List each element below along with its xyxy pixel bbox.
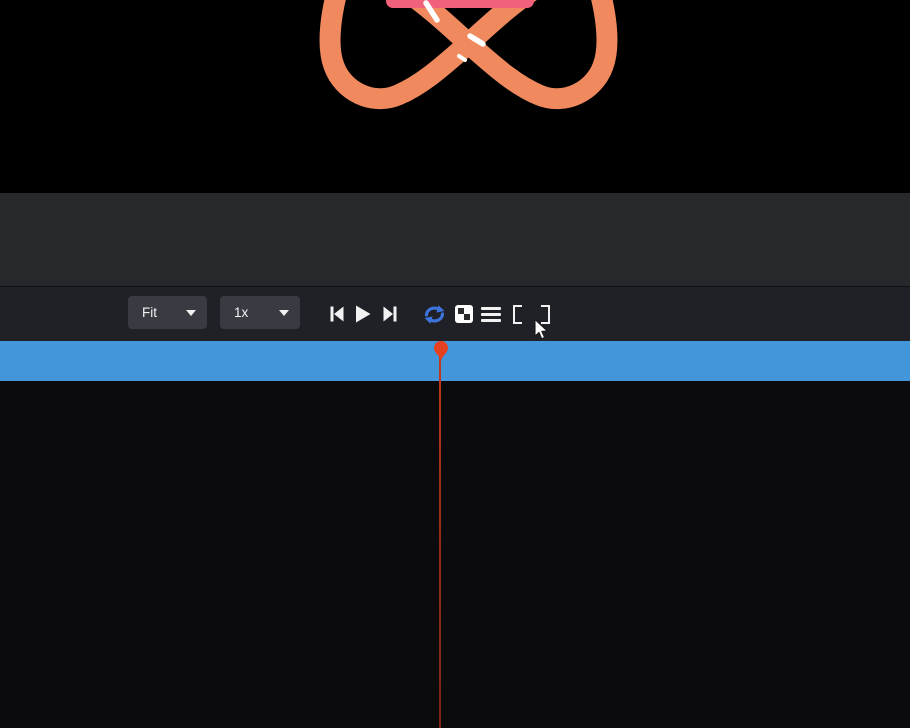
info-panel	[0, 193, 910, 286]
play-button[interactable]	[351, 301, 373, 327]
seek-bar[interactable]	[0, 341, 910, 381]
playhead-handle[interactable]	[433, 341, 449, 366]
timeline-panel[interactable]	[0, 381, 910, 728]
chevron-down-icon	[186, 310, 196, 316]
zoom-fit-value: Fit	[128, 305, 186, 320]
skip-to-start-icon	[328, 305, 346, 323]
menu-icon	[481, 307, 501, 322]
playback-speed-dropdown[interactable]: 1x	[220, 296, 300, 329]
loop-icon	[422, 303, 447, 326]
loop-toggle-button[interactable]	[421, 301, 448, 327]
skip-to-end-icon	[381, 305, 399, 323]
playhead-line	[439, 356, 441, 728]
play-icon	[354, 305, 371, 323]
zoom-fit-dropdown[interactable]: Fit	[128, 296, 207, 329]
playback-speed-value: 1x	[220, 305, 279, 320]
checkerboard-icon	[455, 305, 473, 323]
marker-in-button[interactable]	[510, 301, 524, 327]
player-toolbar: Fit 1x	[0, 287, 910, 341]
menu-button[interactable]	[480, 301, 502, 327]
player-window: Fit 1x	[0, 0, 910, 728]
mouse-cursor	[534, 319, 550, 346]
background-toggle-button[interactable]	[454, 301, 474, 327]
animation-canvas[interactable]	[0, 0, 910, 193]
left-bracket-icon	[513, 305, 522, 324]
playhead-pin-icon	[433, 341, 449, 361]
pretzel-knot-artwork	[0, 0, 910, 193]
skip-to-end-button[interactable]	[379, 301, 401, 327]
skip-to-start-button[interactable]	[326, 301, 348, 327]
chevron-down-icon	[279, 310, 289, 316]
